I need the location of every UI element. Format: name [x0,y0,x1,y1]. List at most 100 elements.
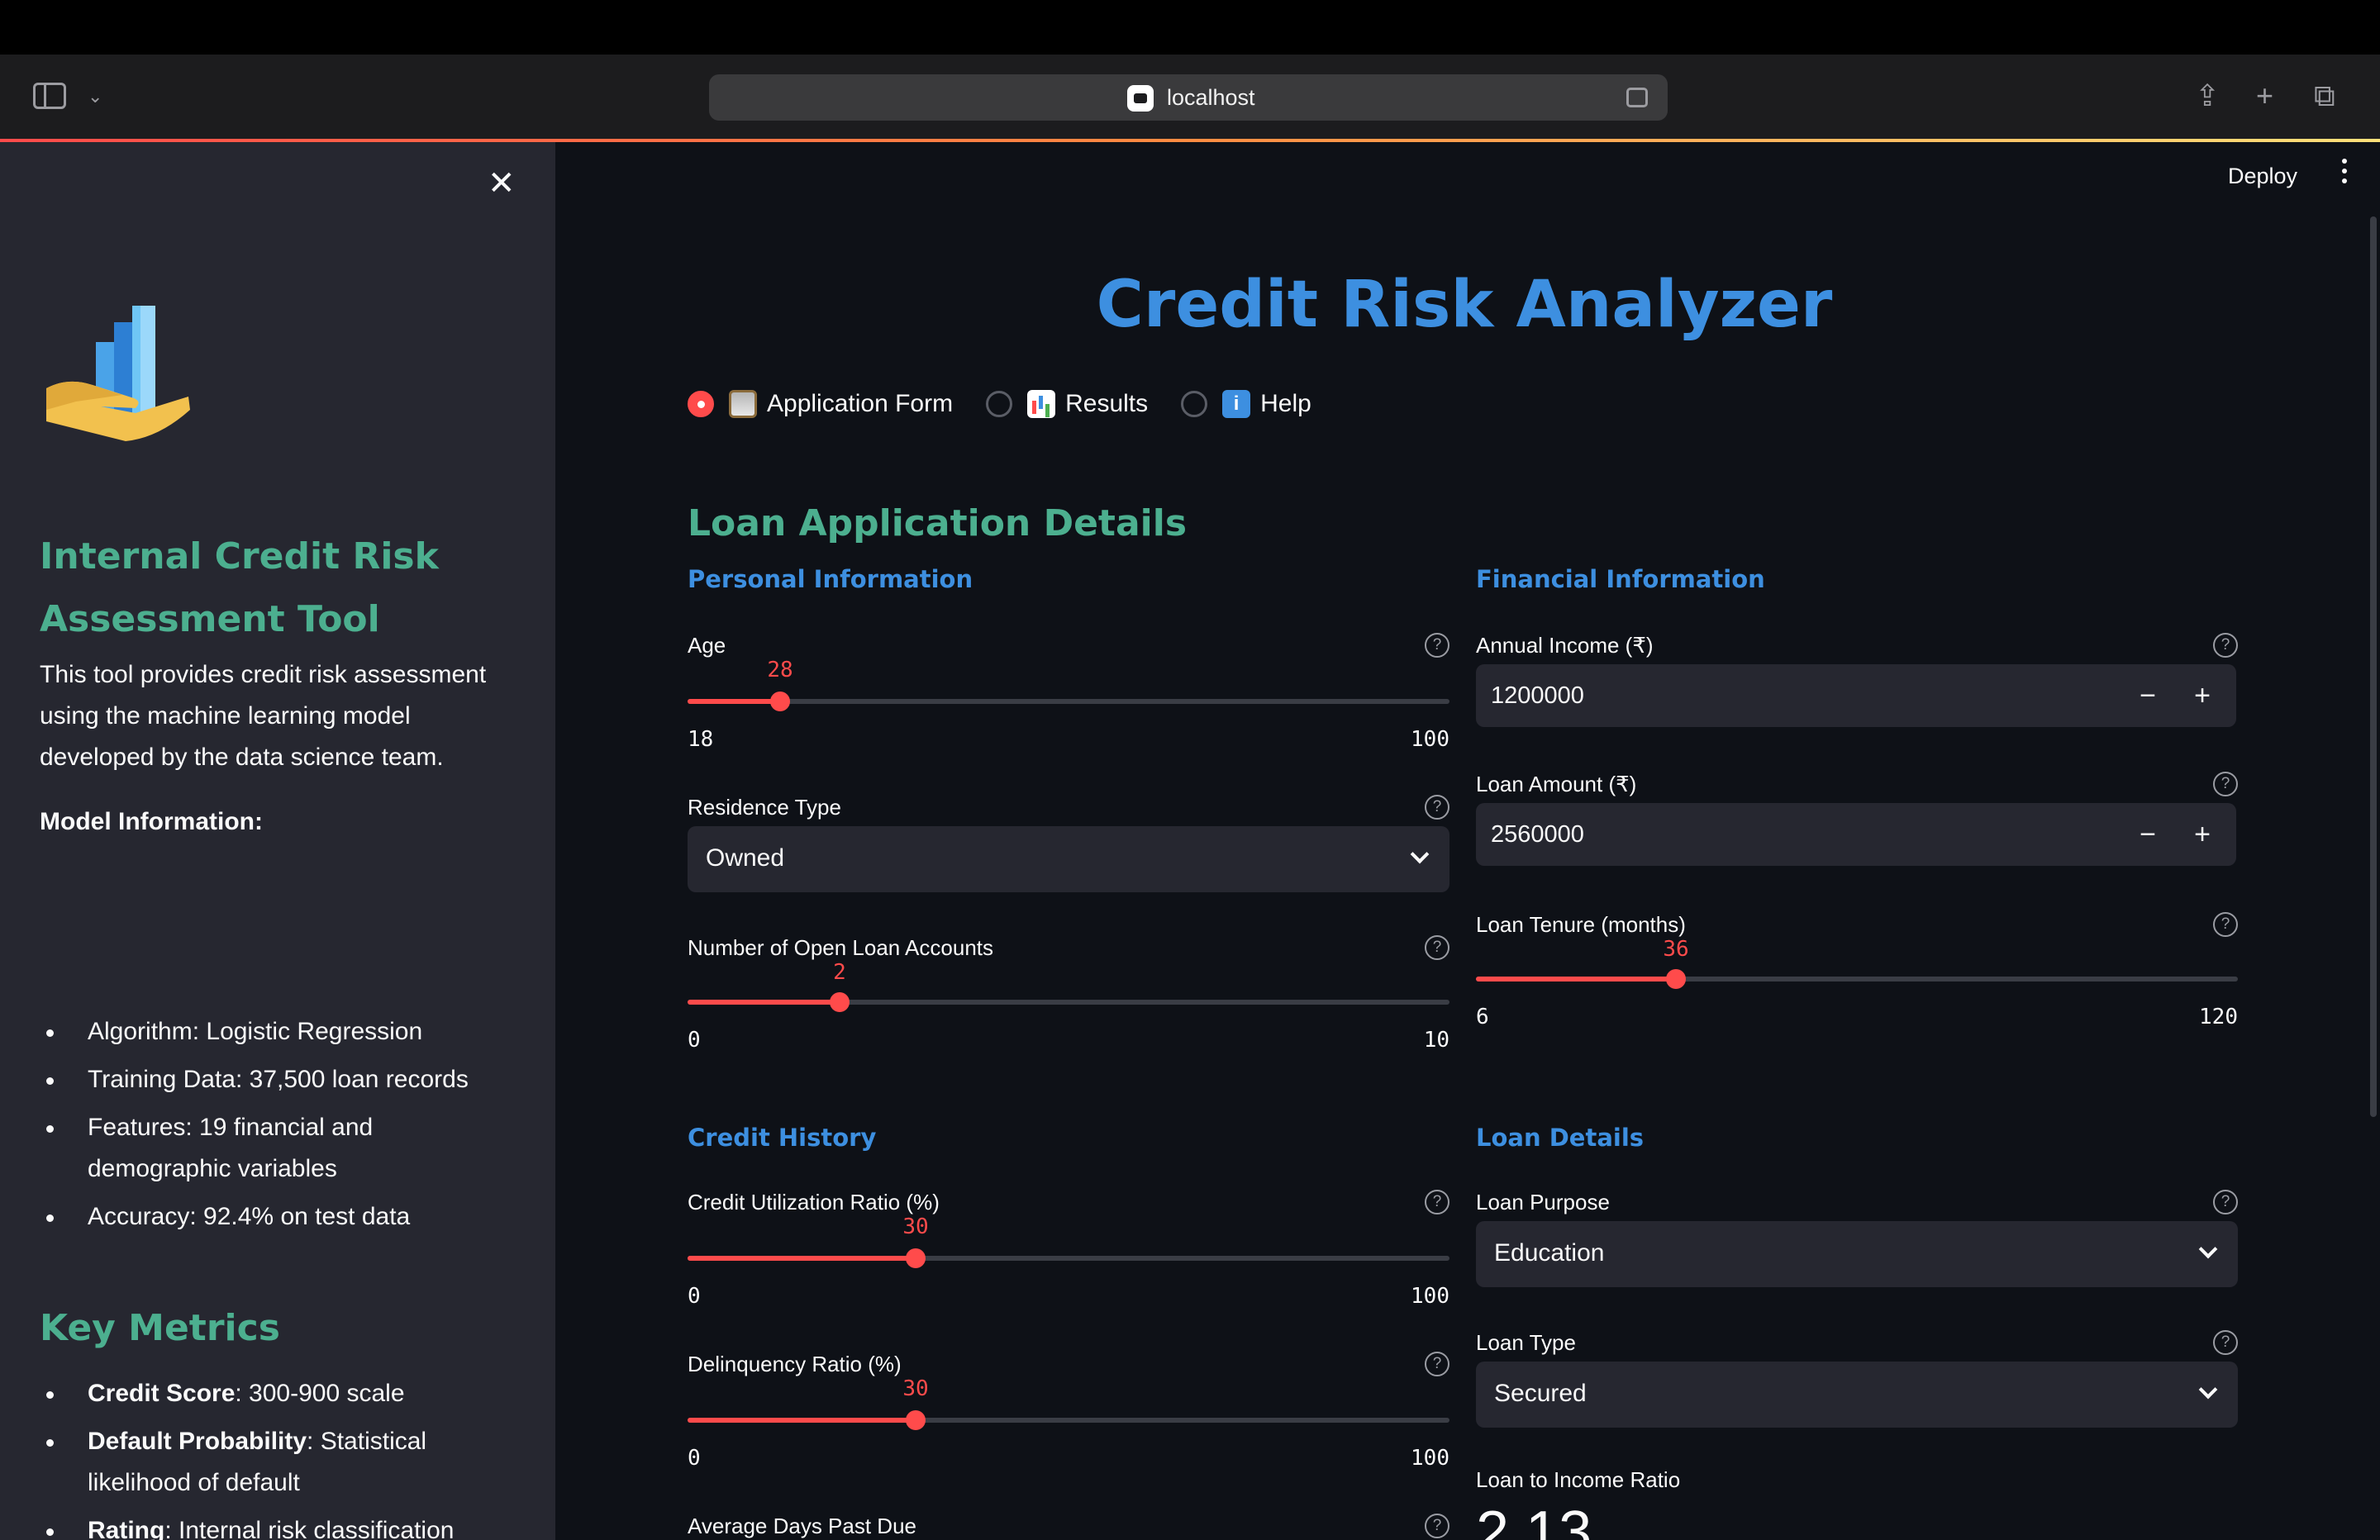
metric-term: Default Probability [88,1428,307,1455]
help-icon[interactable]: ? [2213,633,2238,658]
help-icon[interactable]: ? [1425,1352,1449,1376]
selected-value: Education [1494,1239,1605,1267]
model-info-list: Algorithm: Logistic Regression Training … [40,1011,519,1244]
delinquency-label: Delinquency Ratio (%) [688,1352,902,1376]
utilization-slider[interactable]: Credit Utilization Ratio (%) ? 30 0 100 [688,1190,1449,1309]
bar-chart-icon [1027,390,1056,418]
radio-dot[interactable] [1181,391,1208,417]
chevron-down-icon [2198,1239,2218,1259]
more-menu-icon[interactable] [2342,159,2350,188]
slider-thumb[interactable] [830,992,850,1012]
address-bar[interactable]: localhost [709,74,1668,121]
loan-tenure-slider[interactable]: Loan Tenure (months) ? 36 6 120 [1476,912,2238,1029]
scrollbar[interactable] [2370,216,2377,1117]
slider-fill [688,1000,840,1005]
slider-min: 0 [688,1446,701,1471]
list-item: Features: 19 financial and demographic v… [40,1107,519,1190]
metric-term: Credit Score [88,1380,236,1407]
help-icon[interactable]: ? [2213,772,2238,796]
open-loans-label: Number of Open Loan Accounts [688,935,994,960]
loan-amount-field: Loan Amount (₹) ? 2560000 − + [1476,772,2238,871]
increment-button[interactable]: + [2180,813,2225,856]
loan-to-income-metric: Loan to Income Ratio 2.13 [1476,1467,2238,1540]
slider-min: 18 [688,727,714,752]
list-item: Accuracy: 92.4% on test data [40,1196,519,1238]
slider-track[interactable] [688,699,1449,704]
key-metrics-heading: Key Metrics [40,1307,280,1349]
personal-info-heading: Personal Information [688,565,973,593]
selected-value: Secured [1494,1380,1587,1407]
help-icon[interactable]: ? [1425,1190,1449,1214]
slider-thumb[interactable] [906,1248,926,1268]
sidebar: ✕ Internal Credit Risk Assessment Tool T… [0,142,555,1540]
slider-thumb[interactable] [906,1410,926,1430]
increment-button[interactable]: + [2180,674,2225,717]
residence-type-dropdown[interactable]: Owned [688,826,1449,892]
slider-thumb[interactable] [1666,969,1686,989]
list-item: Algorithm: Logistic Regression [40,1011,519,1053]
slider-value: 36 [1663,937,1689,962]
section-title: Loan Application Details [688,502,1188,544]
help-icon[interactable]: ? [1425,795,1449,820]
slider-max: 10 [1423,1028,1449,1053]
annual-income-field: Annual Income (₹) ? 1200000 − + [1476,633,2238,732]
tab-overview-icon[interactable]: ⧉ [2314,79,2335,112]
new-tab-icon[interactable]: + [2256,79,2273,112]
slider-max: 100 [1411,1284,1449,1309]
list-item: Credit Score: 300-900 scale [40,1373,519,1414]
loan-purpose-select: Loan Purpose ? Education [1476,1190,2238,1295]
slider-fill [688,699,780,704]
model-info-heading: Model Information: [40,808,263,835]
close-icon[interactable]: ✕ [488,167,516,200]
open-loans-slider[interactable]: Number of Open Loan Accounts ? 2 0 10 [688,935,1449,1053]
help-icon[interactable]: ? [1425,935,1449,960]
slider-thumb[interactable] [770,692,790,711]
share-icon[interactable]: ⇪ [2195,79,2220,112]
sidebar-toggle-icon[interactable] [33,83,66,109]
radio-label: Application Form [767,390,954,417]
age-label: Age [688,633,726,658]
deploy-button[interactable]: Deploy [2228,164,2297,189]
chevron-down-icon[interactable]: ⌄ [88,86,102,107]
annual-income-input[interactable]: 1200000 − + [1476,664,2236,727]
radio-dot[interactable] [986,391,1013,417]
avg-dpd-label: Average Days Past Due [688,1514,916,1538]
loan-amount-input[interactable]: 2560000 − + [1476,803,2236,866]
slider-min: 6 [1476,1005,1489,1029]
input-value: 2560000 [1491,821,1584,848]
radio-application-form[interactable]: Application Form [688,390,953,418]
loan-amount-label: Loan Amount (₹) [1476,772,1637,796]
help-icon[interactable]: ? [2213,1190,2238,1214]
browser-toolbar: ⌄ localhost ⇪ + ⧉ [0,55,2380,140]
help-icon[interactable]: ? [1425,1514,1449,1538]
lti-label: Loan to Income Ratio [1476,1467,1681,1492]
age-slider[interactable]: Age ? 28 18 100 [688,633,1449,752]
help-icon[interactable]: ? [2213,1330,2238,1355]
url-text: localhost [1167,85,1255,110]
help-icon[interactable]: ? [2213,912,2238,937]
site-favicon-icon [1127,85,1154,112]
sidebar-description: This tool provides credit risk assessmen… [40,661,487,771]
decrement-button[interactable]: − [2125,813,2170,856]
help-icon[interactable]: ? [1425,633,1449,658]
loan-type-label: Loan Type [1476,1330,1576,1355]
delinquency-slider[interactable]: Delinquency Ratio (%) ? 30 0 100 [688,1352,1449,1471]
loan-purpose-dropdown[interactable]: Education [1476,1221,2238,1287]
reader-mode-icon[interactable] [1626,88,1648,107]
loan-type-dropdown[interactable]: Secured [1476,1362,2238,1428]
radio-help[interactable]: i Help [1181,390,1311,418]
slider-fill [688,1418,916,1423]
residence-type-select: Residence Type ? Owned [688,795,1449,901]
radio-dot[interactable] [688,391,714,417]
loan-tenure-label: Loan Tenure (months) [1476,912,1686,937]
slider-min: 0 [688,1028,701,1053]
radio-label: Results [1065,390,1149,417]
chevron-down-icon [2198,1380,2218,1400]
slider-fill [688,1256,916,1261]
decrement-button[interactable]: − [2125,674,2170,717]
slider-min: 0 [688,1284,701,1309]
slider-value: 2 [833,960,846,985]
radio-results[interactable]: Results [986,390,1148,418]
utilization-label: Credit Utilization Ratio (%) [688,1190,940,1214]
list-item: Default Probability: Statistical likelih… [40,1421,519,1504]
